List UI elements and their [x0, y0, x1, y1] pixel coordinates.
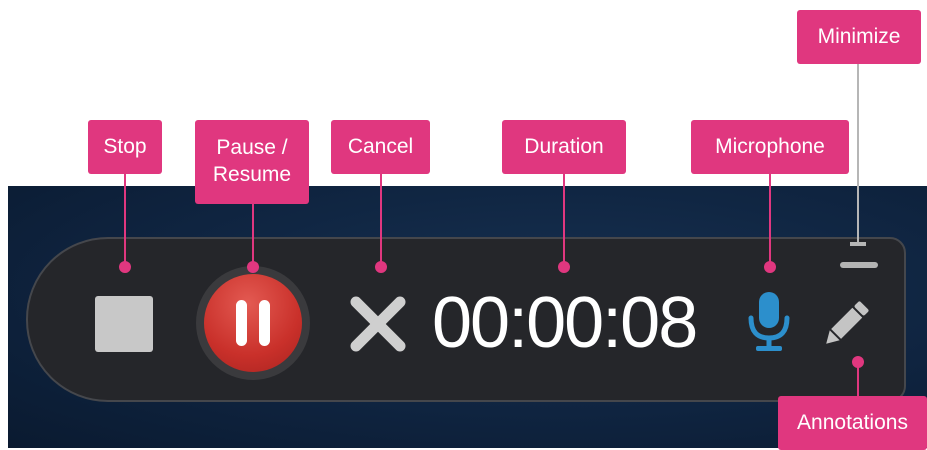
leader-minimize	[857, 64, 859, 242]
duration-timer: 00:00:08	[432, 283, 698, 363]
microphone-button[interactable]	[744, 290, 794, 354]
callout-pause-line2: Resume	[212, 163, 292, 186]
leader-stop	[124, 174, 126, 266]
leader-pause	[252, 204, 254, 266]
callout-pause-resume: Pause / Resume	[195, 120, 309, 204]
callout-annotations: Annotations	[778, 396, 927, 450]
close-icon	[350, 296, 406, 352]
leader-annotations	[857, 362, 859, 396]
pointer-dot-duration	[558, 261, 570, 273]
leader-microphone	[769, 174, 771, 266]
callout-cancel: Cancel	[331, 120, 430, 174]
microphone-icon	[748, 292, 790, 351]
cancel-button[interactable]	[346, 292, 410, 356]
callout-minimize: Minimize	[797, 10, 921, 64]
pointer-dot-cancel	[375, 261, 387, 273]
pointer-dot-pause	[247, 261, 259, 273]
pause-icon-right-bar	[259, 300, 270, 346]
pencil-icon	[826, 301, 869, 344]
leader-cancel	[380, 174, 382, 266]
pause-resume-button[interactable]	[204, 274, 302, 372]
pointer-dot-stop	[119, 261, 131, 273]
minimize-button[interactable]	[840, 262, 878, 268]
stop-button[interactable]	[95, 296, 153, 352]
callout-microphone: Microphone	[691, 120, 849, 174]
callout-stop: Stop	[88, 120, 162, 174]
leader-duration	[563, 174, 565, 266]
pointer-dot-microphone	[764, 261, 776, 273]
callout-pause-line1: Pause /	[216, 136, 288, 159]
annotations-button[interactable]	[818, 296, 874, 352]
minimize-tick	[850, 242, 866, 246]
pause-icon-left-bar	[236, 300, 247, 346]
callout-duration: Duration	[502, 120, 626, 174]
